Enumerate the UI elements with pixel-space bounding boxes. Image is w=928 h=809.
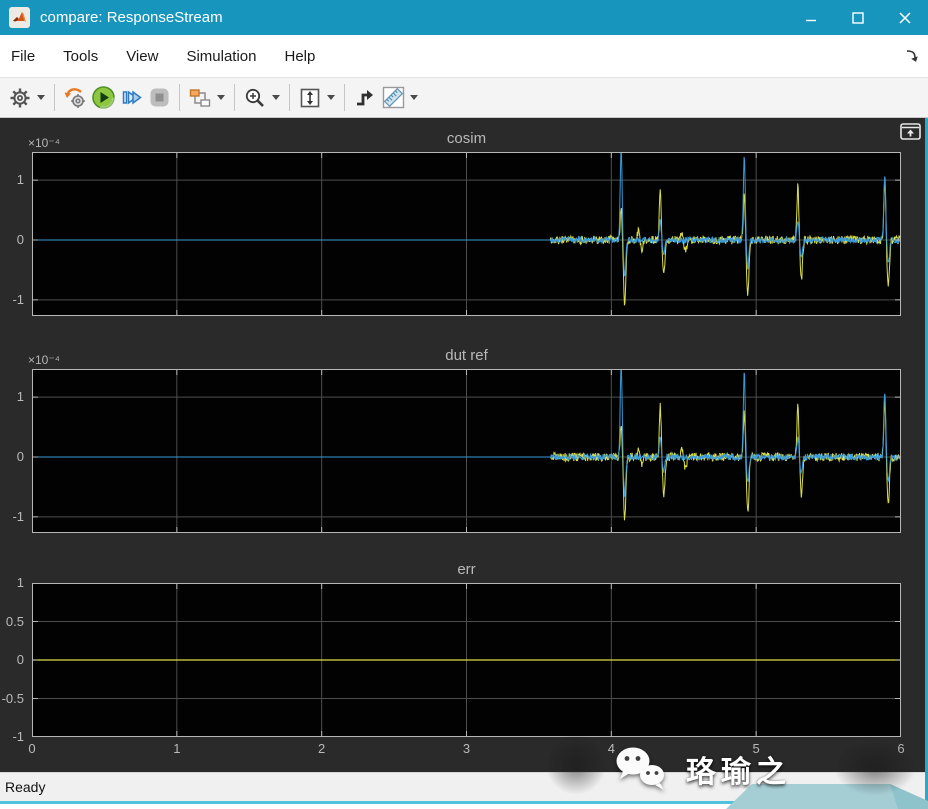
trigger-icon[interactable]: [351, 84, 379, 112]
x-tick-label: 0: [28, 741, 36, 756]
y-tick-label: 1: [16, 389, 24, 405]
x-tick-label: 1: [173, 741, 181, 756]
x-tick-label: 2: [318, 741, 326, 756]
x-tick-label: 3: [462, 741, 471, 756]
run-icon[interactable]: [89, 84, 117, 112]
stop-icon[interactable]: [145, 84, 173, 112]
measurements-icon[interactable]: [379, 84, 407, 112]
toolbar-separator: [179, 84, 180, 111]
settings-dropdown-caret[interactable]: [34, 84, 48, 112]
toolbar-separator: [289, 84, 290, 111]
plot-title-err: err: [457, 561, 476, 578]
plot-title-dutref: dut ref: [445, 347, 488, 364]
window-title: compare: ResponseStream: [40, 9, 223, 26]
x-tick-label: 4: [607, 741, 615, 756]
title-bar: compare: ResponseStream: [0, 0, 928, 35]
plot-cosim[interactable]: [32, 152, 901, 316]
autoscale-dropdown-caret[interactable]: [324, 84, 338, 112]
dock-arrow-icon[interactable]: [904, 48, 920, 64]
y-tick-label: 0: [16, 448, 24, 464]
y-exponent-label: ×10⁻⁴: [28, 136, 60, 150]
toolbar-separator: [234, 84, 235, 111]
menu-tools[interactable]: Tools: [49, 35, 112, 77]
scope-canvas: cosim ×10⁻⁴ dut ref ×10⁻⁴ err 1 0 -1 1 0 -1 1 0…: [0, 118, 928, 772]
toolbar: [0, 77, 928, 118]
y-exponent-label: ×10⁻⁴: [28, 353, 60, 367]
close-button[interactable]: [881, 0, 928, 35]
y-tick-label: -1: [12, 508, 24, 524]
signal-selector-dropdown-caret[interactable]: [214, 84, 228, 112]
menu-bar: File Tools View Simulation Help: [0, 35, 928, 77]
plot-title-cosim: cosim: [446, 130, 487, 147]
y-tick-label: 1: [16, 172, 24, 188]
plot-dutref[interactable]: [32, 369, 901, 533]
menu-help[interactable]: Help: [271, 35, 330, 77]
y-tick-label: 0.5: [5, 613, 24, 629]
expand-panel-icon[interactable]: [900, 123, 921, 140]
y-tick-label: 1: [16, 575, 24, 590]
minimize-button[interactable]: [787, 0, 834, 35]
settings-gear-icon[interactable]: [6, 84, 34, 112]
toolbar-separator: [344, 84, 345, 111]
menu-simulation[interactable]: Simulation: [172, 35, 270, 77]
signal-selector-icon[interactable]: [186, 84, 214, 112]
autoscale-icon[interactable]: [296, 84, 324, 112]
y-tick-label: 0: [16, 231, 24, 247]
highlight-block-icon[interactable]: [61, 84, 89, 112]
toolbar-separator: [54, 84, 55, 111]
x-tick-label: 5: [752, 741, 760, 756]
status-accent-line: [0, 801, 928, 804]
y-tick-label: -1: [12, 291, 24, 307]
matlab-app-icon: [9, 7, 30, 28]
measurements-dropdown-caret[interactable]: [407, 84, 421, 112]
status-text: Ready: [5, 779, 46, 795]
menu-view[interactable]: View: [112, 35, 172, 77]
maximize-button[interactable]: [834, 0, 881, 35]
plot-err[interactable]: [32, 583, 901, 737]
y-tick-label: 0: [16, 652, 24, 667]
y-tick-label: -0.5: [1, 690, 24, 706]
status-bar: Ready: [0, 772, 928, 801]
step-forward-icon[interactable]: [117, 84, 145, 112]
x-tick-label: 6: [897, 741, 905, 756]
menu-file[interactable]: File: [0, 35, 49, 77]
zoom-dropdown-caret[interactable]: [269, 84, 283, 112]
zoom-in-icon[interactable]: [241, 84, 269, 112]
scope-window: compare: ResponseStream File Tools View …: [0, 0, 928, 809]
